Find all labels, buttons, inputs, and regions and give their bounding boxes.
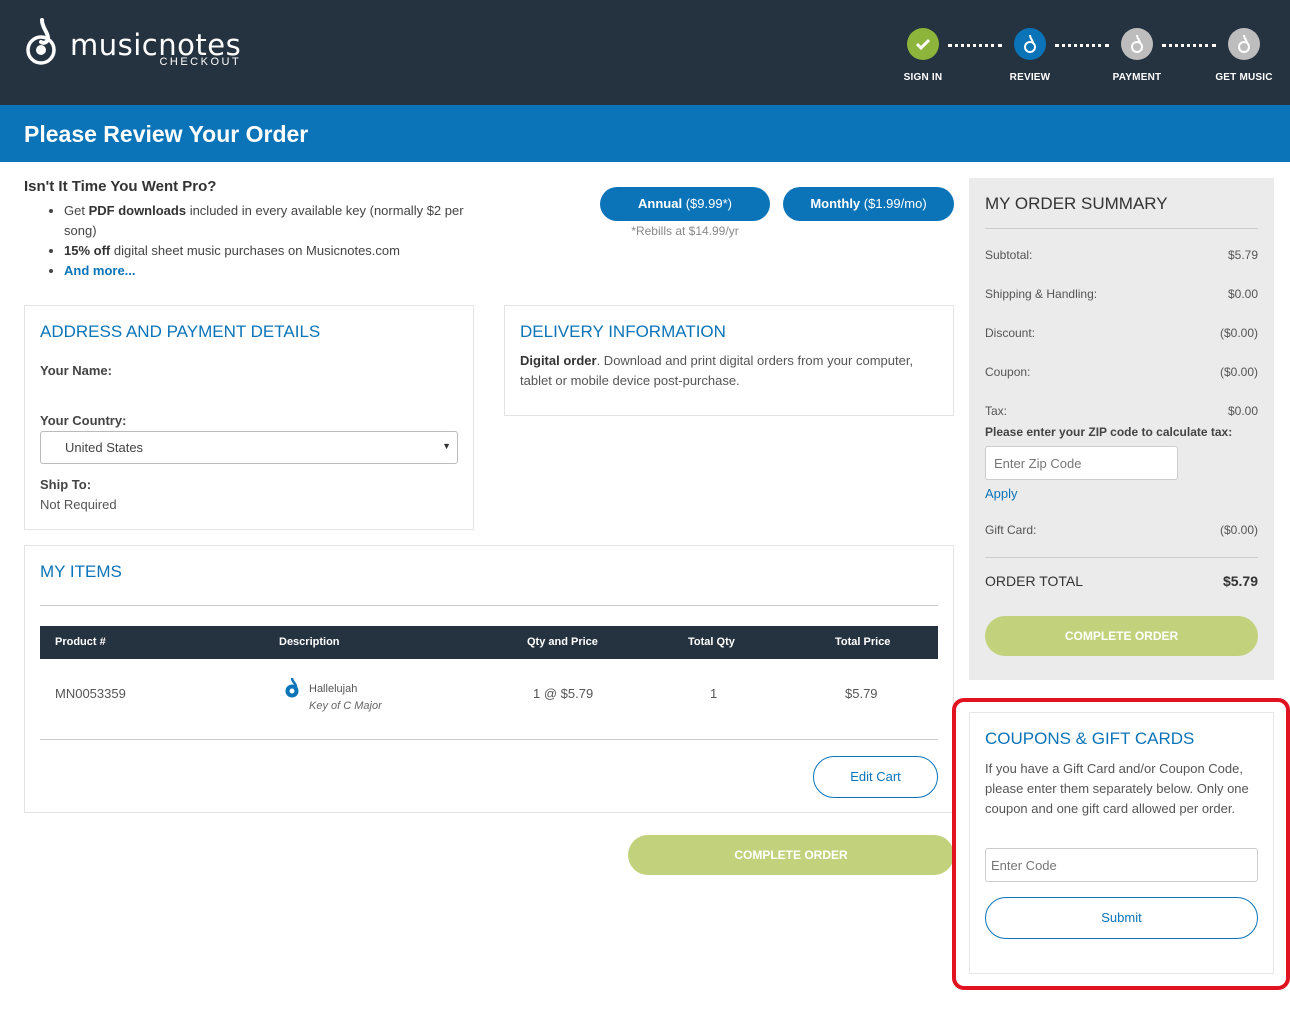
- product-number: MN0053359: [55, 686, 126, 701]
- pro-benefits-list: Get PDF downloads included in every avai…: [24, 201, 484, 281]
- summary-heading: MY ORDER SUMMARY: [985, 194, 1168, 213]
- col-description: Description: [279, 636, 340, 648]
- zip-prompt: Please enter your ZIP code to calculate …: [985, 425, 1233, 439]
- items-table-header: Product # Description Qty and Price Tota…: [40, 626, 938, 659]
- total-value: $5.79: [1222, 573, 1258, 589]
- music-note-icon: [1121, 28, 1153, 60]
- delivery-info-panel: DELIVERY INFORMATION Digital order. Down…: [504, 305, 954, 416]
- divider: [985, 228, 1258, 229]
- zip-code-input[interactable]: Enter Zip Code: [985, 446, 1178, 480]
- delivery-heading: DELIVERY INFORMATION: [520, 322, 726, 341]
- summary-complete-order-button[interactable]: COMPLETE ORDER: [985, 616, 1258, 656]
- order-summary-panel: MY ORDER SUMMARY Subtotal: $5.79 Shipping…: [969, 178, 1274, 680]
- divider: [40, 739, 938, 740]
- site-header: musicnotes CHECKOUT SIGN IN REVIEW PAYME…: [0, 0, 1290, 105]
- coupon-label: Coupon:: [985, 365, 1031, 379]
- music-note-icon: [1228, 28, 1260, 60]
- musicnotes-logo[interactable]: musicnotes CHECKOUT: [24, 18, 241, 68]
- ship-to-label: Ship To:: [40, 477, 92, 492]
- step-label: GET MUSIC: [1215, 72, 1273, 83]
- bullet-bold: PDF downloads: [88, 203, 187, 218]
- total-qty: 1: [710, 686, 718, 701]
- step-label: SIGN IN: [903, 72, 943, 83]
- annual-price: ($9.99*): [682, 196, 732, 211]
- apply-zip-link[interactable]: Apply: [985, 486, 1258, 501]
- giftcard-label: Gift Card:: [985, 523, 1037, 537]
- your-country-label: Your Country:: [40, 413, 127, 428]
- page-title-bar: Please Review Your Order: [0, 105, 1290, 162]
- pro-promo: Isn't It Time You Went Pro? Get PDF down…: [24, 178, 484, 281]
- delivery-bold: Digital order: [520, 353, 597, 368]
- checkmark-icon: [907, 28, 939, 60]
- step-get-music: GET MUSIC: [1204, 28, 1284, 83]
- subtotal-value: $5.79: [1227, 248, 1258, 262]
- address-payment-panel: ADDRESS AND PAYMENT DETAILS Your Name: Y…: [24, 305, 474, 530]
- shipping-value: $0.00: [1227, 287, 1258, 301]
- monthly-price: ($1.99/mo): [860, 196, 927, 211]
- step-label: REVIEW: [1009, 72, 1051, 83]
- col-total-qty: Total Qty: [688, 636, 735, 648]
- subtotal-row: Subtotal: $5.79: [985, 248, 1258, 262]
- shipping-row: Shipping & Handling: $0.00: [985, 287, 1258, 301]
- musicnotes-logo-icon: [26, 18, 56, 65]
- gift-card-row: Gift Card: ($0.00): [985, 523, 1258, 537]
- discount-value: ($0.00): [1219, 326, 1258, 340]
- country-select[interactable]: United States ▼: [40, 431, 458, 464]
- your-name-label: Your Name:: [40, 363, 112, 378]
- item-key: Key of C Major: [309, 700, 382, 712]
- subtotal-label: Subtotal:: [985, 248, 1033, 262]
- tax-label: Tax:: [985, 404, 1008, 418]
- list-item: And more...: [64, 261, 484, 281]
- discount-label: Discount:: [985, 326, 1036, 340]
- bullet-text: Get: [64, 203, 89, 218]
- tax-value: $0.00: [1227, 404, 1258, 418]
- items-heading: MY ITEMS: [40, 562, 122, 581]
- ship-to-value: Not Required: [40, 497, 117, 512]
- page-title: Please Review Your Order: [24, 121, 309, 147]
- bullet-bold: 15% off: [64, 243, 111, 258]
- music-note-icon: [1014, 28, 1046, 60]
- my-items-panel: MY ITEMS Product # Description Qty and P…: [24, 545, 954, 813]
- coupon-row: Coupon: ($0.00): [985, 365, 1258, 379]
- rebill-note: *Rebills at $14.99/yr: [631, 224, 739, 238]
- annual-label: Annual: [638, 196, 683, 211]
- complete-order-button[interactable]: COMPLETE ORDER: [628, 835, 954, 875]
- monthly-label: Monthly: [810, 196, 861, 211]
- edit-cart-button[interactable]: Edit Cart: [813, 756, 938, 798]
- list-item: Get PDF downloads included in every avai…: [64, 201, 484, 241]
- checkout-progress: SIGN IN REVIEW PAYMENT GET MUSIC: [890, 28, 1290, 98]
- pro-heading: Isn't It Time You Went Pro?: [24, 178, 217, 195]
- step-sign-in: SIGN IN: [883, 28, 963, 83]
- shipping-label: Shipping & Handling:: [985, 287, 1098, 301]
- country-value: United States: [65, 440, 144, 455]
- bullet-text: digital sheet music purchases on Musicno…: [110, 243, 400, 258]
- qty-price: 1 @ $5.79: [533, 686, 594, 701]
- col-total-price: Total Price: [835, 636, 891, 648]
- list-item: 15% off digital sheet music purchases on…: [64, 241, 484, 261]
- item-title[interactable]: Hallelujah: [309, 683, 357, 695]
- highlight-annotation: [952, 698, 1290, 990]
- address-heading: ADDRESS AND PAYMENT DETAILS: [40, 322, 321, 341]
- monthly-pro-button[interactable]: Monthly ($1.99/mo): [783, 187, 954, 221]
- total-label: ORDER TOTAL: [985, 573, 1084, 589]
- coupon-value: ($0.00): [1219, 365, 1258, 379]
- step-payment: PAYMENT: [1097, 28, 1177, 83]
- musicnotes-note-icon: [285, 677, 299, 698]
- and-more-link[interactable]: And more...: [64, 263, 136, 278]
- discount-row: Discount: ($0.00): [985, 326, 1258, 340]
- divider: [985, 557, 1258, 558]
- caret-down-icon: ▼: [442, 441, 451, 451]
- col-qty-price: Qty and Price: [527, 636, 598, 648]
- giftcard-value: ($0.00): [1219, 523, 1258, 537]
- annual-pro-button[interactable]: Annual ($9.99*): [600, 187, 770, 221]
- tax-row: Tax: $0.00: [985, 404, 1258, 418]
- total-price: $5.79: [845, 686, 878, 701]
- step-label: PAYMENT: [1112, 72, 1162, 83]
- divider: [40, 605, 938, 606]
- delivery-text: Digital order. Download and print digita…: [520, 351, 920, 391]
- order-total-row: ORDER TOTAL $5.79: [985, 573, 1258, 589]
- col-product: Product #: [55, 636, 106, 648]
- step-review: REVIEW: [990, 28, 1070, 83]
